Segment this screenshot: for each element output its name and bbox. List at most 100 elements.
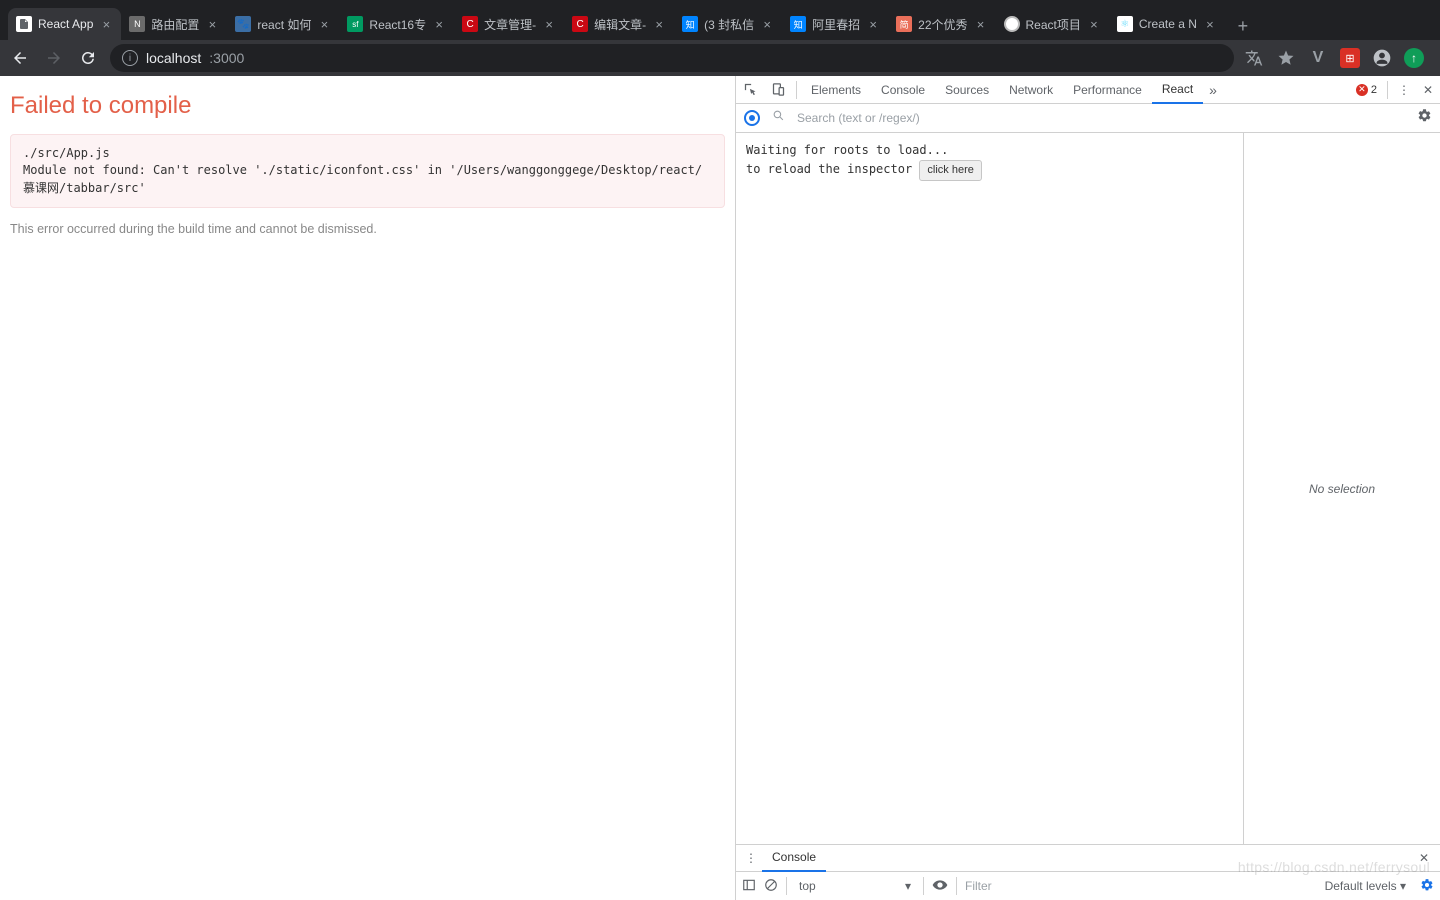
console-filter-input[interactable] <box>965 879 1085 893</box>
divider <box>1387 81 1388 99</box>
reload-inspector-button[interactable]: click here <box>919 160 981 181</box>
close-icon[interactable]: × <box>1203 17 1217 31</box>
gear-icon[interactable] <box>1417 108 1432 128</box>
error-codebox: ./src/App.js Module not found: Can't res… <box>10 134 725 208</box>
devtools-tab-react[interactable]: React <box>1152 76 1203 104</box>
search-icon <box>772 109 785 127</box>
close-icon[interactable]: × <box>99 17 113 31</box>
console-settings-icon[interactable] <box>1420 878 1434 895</box>
error-count: 2 <box>1371 84 1377 96</box>
url-port: :3000 <box>209 50 244 66</box>
close-icon[interactable]: × <box>317 17 331 31</box>
profile-avatar-icon[interactable] <box>1372 48 1392 68</box>
devtools-tab-network[interactable]: Network <box>999 77 1063 103</box>
favicon: C <box>462 16 478 32</box>
extension-icon[interactable]: ↑ <box>1404 48 1424 68</box>
close-icon[interactable]: × <box>542 17 556 31</box>
code-line: Module not found: Can't resolve './stati… <box>23 163 702 194</box>
devtools-menu-icon[interactable]: ⋮ <box>1392 83 1416 97</box>
no-selection-label: No selection <box>1309 482 1375 496</box>
inspect-element-icon[interactable] <box>736 77 764 103</box>
browser-tab[interactable]: C 文章管理- × <box>454 8 564 40</box>
tab-title: 文章管理- <box>484 16 536 33</box>
browser-tab[interactable]: 知 阿里春招 × <box>782 8 888 40</box>
back-button[interactable] <box>8 46 32 70</box>
log-levels-selector[interactable]: Default levels ▾ <box>1325 879 1406 893</box>
site-info-icon[interactable]: i <box>122 50 138 66</box>
browser-tab[interactable]: 🐾 react 如何 × <box>227 8 339 40</box>
browser-toolbar: i localhost :3000 V ⊞ ↑ <box>0 40 1440 76</box>
react-component-tree: Waiting for roots to load... to reload t… <box>736 133 1243 844</box>
close-icon[interactable]: × <box>974 17 988 31</box>
toggle-sidebar-icon[interactable] <box>742 878 756 895</box>
drawer-tab-console[interactable]: Console <box>762 845 826 872</box>
devtools-panel: Elements Console Sources Network Perform… <box>735 76 1440 900</box>
browser-tab[interactable]: ⚛ Create a N × <box>1109 8 1225 40</box>
more-tabs-icon[interactable]: » <box>1203 82 1223 98</box>
code-line: ./src/App.js <box>23 146 110 160</box>
browser-tab[interactable]: N 路由配置 × <box>121 8 227 40</box>
devtools-tab-sources[interactable]: Sources <box>935 77 999 103</box>
forward-button[interactable] <box>42 46 66 70</box>
translate-icon[interactable] <box>1244 48 1264 68</box>
tab-title: 阿里春招 <box>812 16 860 33</box>
address-bar[interactable]: i localhost :3000 <box>110 44 1234 72</box>
tree-message: to reload the inspector click here <box>746 160 1233 181</box>
favicon: N <box>129 16 145 32</box>
close-devtools-icon[interactable]: ✕ <box>1416 83 1440 97</box>
tab-title: 22个优秀 <box>918 16 967 33</box>
close-icon[interactable]: × <box>760 17 774 31</box>
divider <box>786 877 787 895</box>
extension-icon[interactable]: V <box>1308 48 1328 68</box>
react-toolbar <box>736 104 1440 133</box>
reload-button[interactable] <box>76 46 100 70</box>
favicon: 🐾 <box>235 16 251 32</box>
close-icon[interactable]: × <box>1087 17 1101 31</box>
tab-title: React16专 <box>369 16 426 33</box>
devtools-tab-elements[interactable]: Elements <box>801 77 871 103</box>
drawer-menu-icon[interactable]: ⋮ <box>740 851 762 865</box>
clear-console-icon[interactable] <box>764 878 778 895</box>
tab-title: React项目 <box>1026 16 1081 33</box>
tab-title: Create a N <box>1139 17 1197 31</box>
error-count-badge[interactable]: ✕ 2 <box>1350 84 1383 96</box>
close-icon[interactable]: × <box>432 17 446 31</box>
react-search-input[interactable] <box>797 111 1405 125</box>
console-toolbar: top ▾ Default levels ▾ <box>736 872 1440 900</box>
tab-title: React App <box>38 17 93 31</box>
browser-tab[interactable]: sf React16专 × <box>339 8 454 40</box>
url-host: localhost <box>146 50 201 66</box>
error-dot-icon: ✕ <box>1356 84 1368 96</box>
atom-icon: ⚛ <box>1117 16 1133 32</box>
browser-tab[interactable]: C 编辑文章- × <box>564 8 674 40</box>
context-selector[interactable]: top ▾ <box>795 879 915 893</box>
content-area: Failed to compile ./src/App.js Module no… <box>0 76 1440 900</box>
extension-icon[interactable]: ⊞ <box>1340 48 1360 68</box>
devtools-tab-console[interactable]: Console <box>871 77 935 103</box>
close-icon[interactable]: × <box>866 17 880 31</box>
file-icon <box>16 16 32 32</box>
tab-title: react 如何 <box>257 16 311 33</box>
context-label: top <box>799 879 816 893</box>
watermark: https://blog.csdn.net/ferrysoul <box>1238 859 1430 875</box>
eye-icon[interactable] <box>932 877 948 896</box>
favicon: sf <box>347 16 363 32</box>
close-icon[interactable]: × <box>205 17 219 31</box>
close-icon[interactable]: × <box>652 17 666 31</box>
bookmark-star-icon[interactable] <box>1276 48 1296 68</box>
favicon: 知 <box>790 16 806 32</box>
new-tab-button[interactable]: + <box>1229 12 1257 40</box>
browser-tab[interactable]: React App × <box>8 8 121 40</box>
browser-tab[interactable]: 简 22个优秀 × <box>888 8 995 40</box>
tab-title: (3 封私信 <box>704 16 754 33</box>
divider <box>956 877 957 895</box>
browser-tab[interactable]: 知 (3 封私信 × <box>674 8 782 40</box>
devtools-tab-performance[interactable]: Performance <box>1063 77 1152 103</box>
browser-tab[interactable]: React项目 × <box>996 8 1109 40</box>
browser-tab-strip: React App × N 路由配置 × 🐾 react 如何 × sf Rea… <box>0 0 1440 40</box>
react-side-panel: No selection <box>1243 133 1440 844</box>
target-picker-icon[interactable] <box>744 110 760 126</box>
chevron-down-icon: ▾ <box>905 879 911 893</box>
device-toggle-icon[interactable] <box>764 77 792 103</box>
divider <box>796 81 797 99</box>
